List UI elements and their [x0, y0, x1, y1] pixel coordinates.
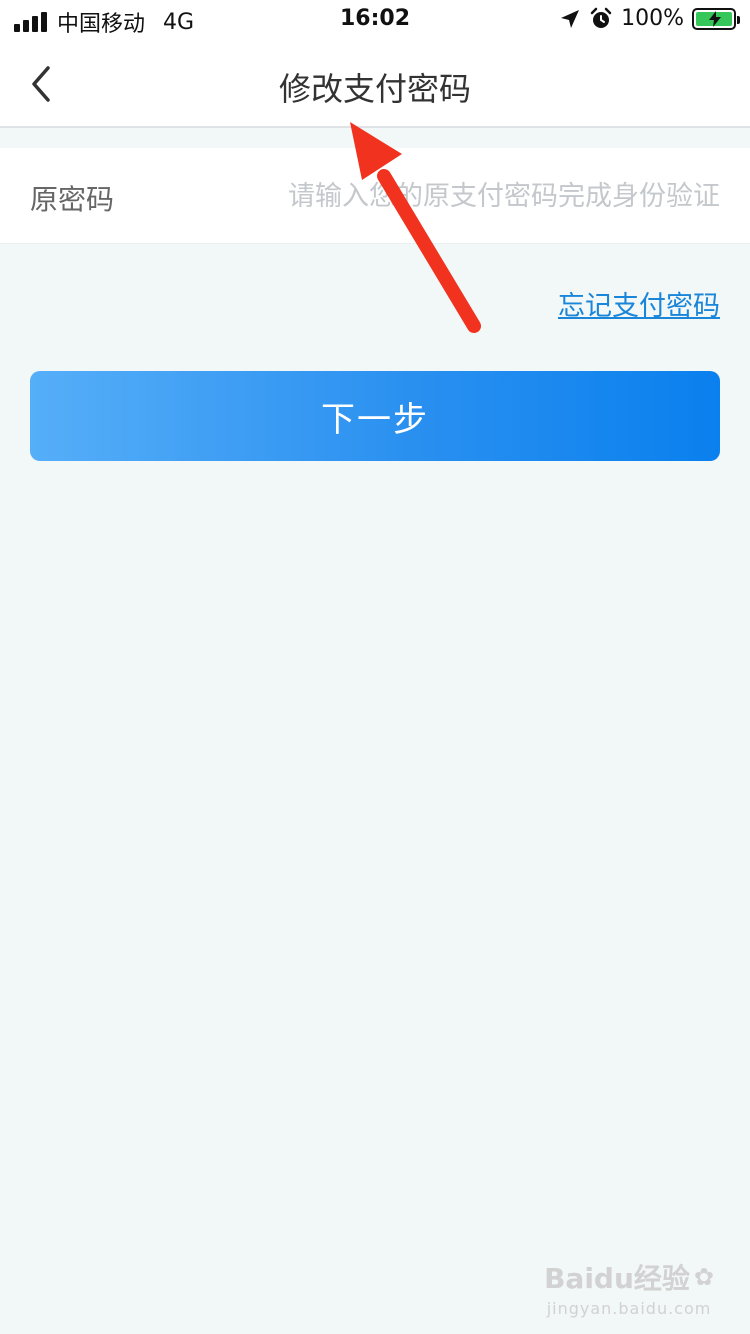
page-title: 修改支付密码: [278, 70, 471, 108]
watermark-text: Baidu经验: [544, 1262, 690, 1295]
battery-percent: 100%: [621, 6, 684, 31]
status-bar: 中国移动 4G 16:02 100%: [0, 0, 750, 40]
watermark-logo: Baidu经验 ✿: [544, 1257, 714, 1297]
forgot-password-link[interactable]: 忘记支付密码: [558, 284, 720, 323]
status-right: 100%: [559, 6, 740, 31]
battery-icon: [692, 7, 740, 30]
baidu-watermark: Baidu经验 ✿ jingyan.baidu.com: [544, 1257, 714, 1318]
original-password-label: 原密码: [30, 183, 115, 216]
paw-icon: ✿: [693, 1263, 714, 1291]
location-arrow-icon: [561, 9, 580, 28]
next-step-button[interactable]: 下一步: [30, 371, 720, 461]
battery-fill: [696, 10, 732, 27]
alarm-icon: [590, 7, 612, 28]
charging-bolt-icon: [709, 10, 721, 27]
watermark-url: jingyan.baidu.com: [546, 1299, 712, 1318]
navigation-bar: 修改支付密码: [0, 40, 750, 128]
original-password-row: 原密码: [0, 148, 750, 244]
original-password-input[interactable]: [200, 168, 720, 224]
